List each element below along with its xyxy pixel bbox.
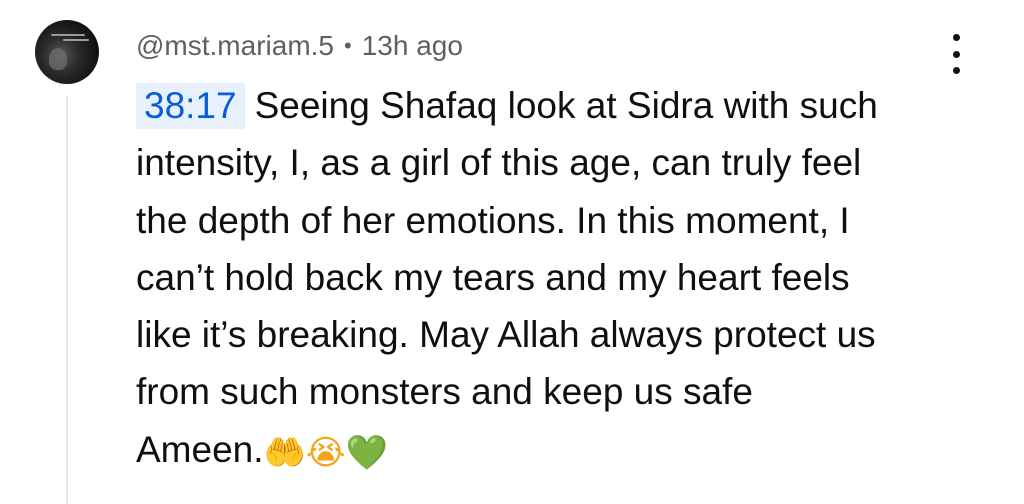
comment-line: intensity, I, as a girl of this age, can… (136, 142, 862, 184)
comment-line: Ameen.🤲😭💚 (136, 421, 956, 482)
menu-dot (952, 34, 960, 41)
author-handle[interactable]: @mst.mariam.5 (136, 30, 334, 62)
green-heart-emoji: 💚 (345, 432, 388, 473)
avatar-text-mark (63, 39, 89, 41)
comment-text: Seeing Shafaq look at Sidra with such (254, 85, 878, 126)
comment-line: can’t hold back my tears and my heart fe… (136, 256, 850, 298)
comment-item: @mst.mariam.5 • 13h ago 38:17 Seeing Shaf… (0, 0, 1024, 504)
avatar[interactable] (35, 20, 99, 84)
thread-line (66, 96, 68, 504)
avatar-text-mark (51, 34, 85, 36)
comment-header: @mst.mariam.5 • 13h ago (136, 28, 463, 64)
menu-dot (952, 50, 960, 58)
comment-time[interactable]: 13h ago (362, 30, 463, 62)
more-vertical-icon[interactable] (944, 34, 968, 74)
comment-line: 38:17 Seeing Shafaq look at Sidra with su… (136, 77, 956, 134)
raised-hands-emoji: 🤲 (263, 432, 306, 473)
comment-line: the depth of her emotions. In this momen… (136, 199, 850, 241)
comment-line: from such monsters and keep us safe (136, 371, 753, 413)
comment-body: 38:17 Seeing Shafaq look at Sidra with su… (136, 77, 956, 482)
menu-dot (952, 67, 960, 74)
comment-line: like it’s breaking. May Allah always pro… (136, 314, 876, 356)
avatar-figure (49, 48, 67, 70)
meta-separator: • (344, 33, 352, 58)
crying-face-emoji: 😭 (305, 432, 346, 473)
comment-text: Ameen. (136, 428, 264, 470)
timestamp-link[interactable]: 38:17 (136, 83, 245, 129)
